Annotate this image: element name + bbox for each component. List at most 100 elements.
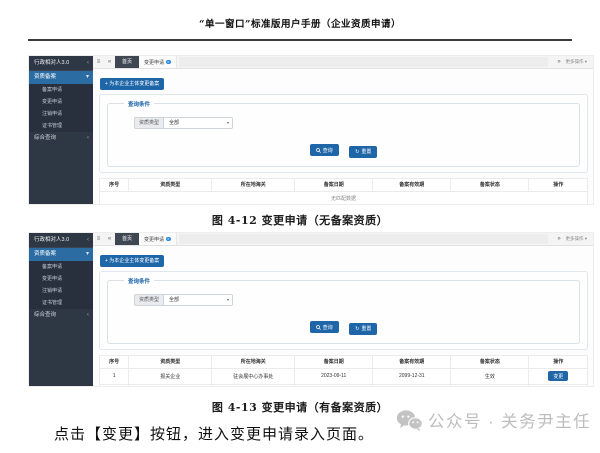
select-value: 全部 xyxy=(169,120,179,126)
sidebar-collapse-icon[interactable]: ‹ xyxy=(87,233,89,248)
sidebar-item-filing-application[interactable]: 备案申请 xyxy=(29,84,93,96)
sidebar-title-label: 行政相对人3.0 xyxy=(34,233,69,248)
query-legend: 查询条件 xyxy=(124,100,154,108)
query-fieldset: 查询条件 资质类型 全部 ▾ 查询 xyxy=(107,100,580,167)
col-status: 备案状态 xyxy=(451,355,529,368)
cell-customs: 驻会展中心办事处 xyxy=(212,368,295,384)
col-no: 序号 xyxy=(100,178,129,191)
reset-button[interactable]: ↻ 重置 xyxy=(349,323,377,335)
select-value: 全部 xyxy=(169,297,179,303)
user-menu[interactable]: 更多操作 ▾ xyxy=(564,233,593,245)
tab-change-application[interactable]: 变更申请 × xyxy=(139,233,177,245)
sidebar-item-label: 综合查询 xyxy=(34,132,56,145)
sidebar-item-comprehensive-query[interactable]: 综合查询 ‹ xyxy=(29,132,93,145)
chevron-left-icon: ‹ xyxy=(87,309,89,322)
col-type: 资质类型 xyxy=(129,178,212,191)
menu-icon[interactable]: ≡ xyxy=(93,233,104,245)
qualification-type-select[interactable]: 全部 ▾ xyxy=(163,117,233,129)
sidebar-item-certificate-management[interactable]: 证书管理 xyxy=(29,297,93,309)
reset-icon: ↻ xyxy=(355,326,359,332)
watermark-text: 公众号 · 关务尹主任 xyxy=(428,408,591,432)
query-fieldset: 查询条件 资质类型 全部 ▾ 查询 xyxy=(107,277,580,344)
col-type: 资质类型 xyxy=(129,355,212,368)
manual-page: “单一窗口”标准版用户手册（企业资质申请） 行政相对人3.0 ‹ 资质备案 ▾ … xyxy=(0,0,600,453)
sidebar-item-change-application[interactable]: 变更申请 xyxy=(29,96,93,108)
forward-arrow-icon[interactable]: » xyxy=(553,233,564,245)
result-table: 序号 资质类型 所在地海关 备案日期 备案有效期 备案状态 操作 1 报关企业 xyxy=(99,355,588,388)
chevron-down-icon: ▾ xyxy=(86,248,89,261)
page-title: “单一窗口”标准版用户手册（企业资质申请） xyxy=(0,16,600,30)
tab-bar: ≡ « 首页 变更申请 × » 更多操作 ▾ xyxy=(93,233,593,246)
search-button[interactable]: 查询 xyxy=(310,144,339,156)
sidebar-item-cancel-application[interactable]: 注销申请 xyxy=(29,285,93,297)
sidebar-item-certificate-management[interactable]: 证书管理 xyxy=(29,120,93,132)
tab-bar: ≡ « 首页 变更申请 × » 更多操作 ▾ xyxy=(93,56,593,69)
sidebar-title: 行政相对人3.0 ‹ xyxy=(29,233,93,248)
reset-button[interactable]: ↻ 重置 xyxy=(349,146,377,158)
sidebar-item-cancel-application[interactable]: 注销申请 xyxy=(29,108,93,120)
tab-change-application[interactable]: 变更申请 × xyxy=(139,56,177,68)
cell-valid-until: 2099-12-31 xyxy=(373,368,451,384)
sidebar-item-label: 综合查询 xyxy=(34,309,56,322)
col-status: 备案状态 xyxy=(451,178,529,191)
instruction-text: 点击【变更】按钮，进入变更申请录入页面。 xyxy=(54,423,374,444)
cell-status: 生效 xyxy=(451,384,529,387)
figure-caption-4-12: 图 4-12 变更申请（无备案资质） xyxy=(0,212,600,228)
tab-label: 变更申请 xyxy=(144,236,164,243)
chevron-left-icon: ‹ xyxy=(87,132,89,145)
user-menu[interactable]: 更多操作 ▾ xyxy=(564,56,593,68)
query-panel: 查询条件 资质类型 全部 ▾ 查询 xyxy=(99,94,588,173)
menu-icon[interactable]: ≡ xyxy=(93,56,104,68)
sidebar-title: 行政相对人3.0 ‹ xyxy=(29,56,93,71)
query-panel: 查询条件 资质类型 全部 ▾ 查询 xyxy=(99,271,588,350)
watermark: 公众号 · 关务尹主任 xyxy=(396,408,591,432)
chevron-down-icon: ▾ xyxy=(227,118,229,128)
cell-filing-date: 2023-09-11 xyxy=(295,368,373,384)
new-change-filing-button[interactable]: + 为本企业主体变更备案 xyxy=(100,255,164,267)
cell-operation: 变更 xyxy=(529,384,588,387)
table-empty-row: 无匹配数据 xyxy=(100,191,588,205)
app-screenshot-no-qualification: 行政相对人3.0 ‹ 资质备案 ▾ 备案申请 变更申请 注销申请 证书管理 综合… xyxy=(28,55,594,205)
col-valid-until: 备案有效期 xyxy=(373,178,451,191)
tab-home[interactable]: 首页 xyxy=(115,56,139,68)
reset-button-label: 重置 xyxy=(361,325,371,332)
tab-close-icon[interactable]: × xyxy=(166,60,171,65)
change-button[interactable]: 变更 xyxy=(548,371,568,381)
wechat-icon xyxy=(396,409,423,432)
search-button[interactable]: 查询 xyxy=(310,321,339,333)
col-customs: 所在地海关 xyxy=(212,178,295,191)
qualification-type-select[interactable]: 全部 ▾ xyxy=(163,294,233,306)
qualification-type-field: 资质类型 全部 ▾ xyxy=(134,117,233,129)
sidebar-item-qualification-filing[interactable]: 资质备案 ▾ xyxy=(29,71,93,84)
query-buttons: 查询 ↻ 重置 xyxy=(116,317,571,335)
new-change-filing-button[interactable]: + 为本企业主体变更备案 xyxy=(100,78,164,90)
sidebar-item-comprehensive-query[interactable]: 综合查询 ‹ xyxy=(29,309,93,322)
col-valid-until: 备案有效期 xyxy=(373,355,451,368)
col-filing-date: 备案日期 xyxy=(295,178,373,191)
sidebar-collapse-icon[interactable]: ‹ xyxy=(87,56,89,71)
sidebar-item-label: 资质备案 xyxy=(34,248,56,261)
cell-no: 2 xyxy=(100,384,129,387)
tab-home[interactable]: 首页 xyxy=(115,233,139,245)
search-button-label: 查询 xyxy=(323,324,333,331)
search-icon xyxy=(316,325,321,330)
sidebar-item-change-application[interactable]: 变更申请 xyxy=(29,273,93,285)
table-header-row: 序号 资质类型 所在地海关 备案日期 备案有效期 备案状态 操作 xyxy=(100,178,588,191)
sidebar-item-label: 资质备案 xyxy=(34,71,56,84)
reset-icon: ↻ xyxy=(355,149,359,155)
app-main: ≡ « 首页 变更申请 × » 更多操作 ▾ + 为本企业主体变更备案 查询条件 xyxy=(93,233,593,386)
back-arrow-icon[interactable]: « xyxy=(104,56,115,68)
header-divider xyxy=(28,39,572,41)
search-button-label: 查询 xyxy=(323,147,333,154)
sidebar-item-filing-application[interactable]: 备案申请 xyxy=(29,261,93,273)
col-filing-date: 备案日期 xyxy=(295,355,373,368)
reset-button-label: 重置 xyxy=(361,148,371,155)
no-data-text: 无匹配数据 xyxy=(100,191,588,205)
sidebar-item-qualification-filing[interactable]: 资质备案 ▾ xyxy=(29,248,93,261)
result-table-empty: 序号 资质类型 所在地海关 备案日期 备案有效期 备案状态 操作 无匹配数据 xyxy=(99,178,588,206)
tab-close-icon[interactable]: × xyxy=(166,237,171,242)
forward-arrow-icon[interactable]: » xyxy=(553,56,564,68)
table-row: 1 报关企业 驻会展中心办事处 2023-09-11 2099-12-31 生效… xyxy=(100,368,588,384)
query-legend: 查询条件 xyxy=(124,277,154,285)
back-arrow-icon[interactable]: « xyxy=(104,233,115,245)
